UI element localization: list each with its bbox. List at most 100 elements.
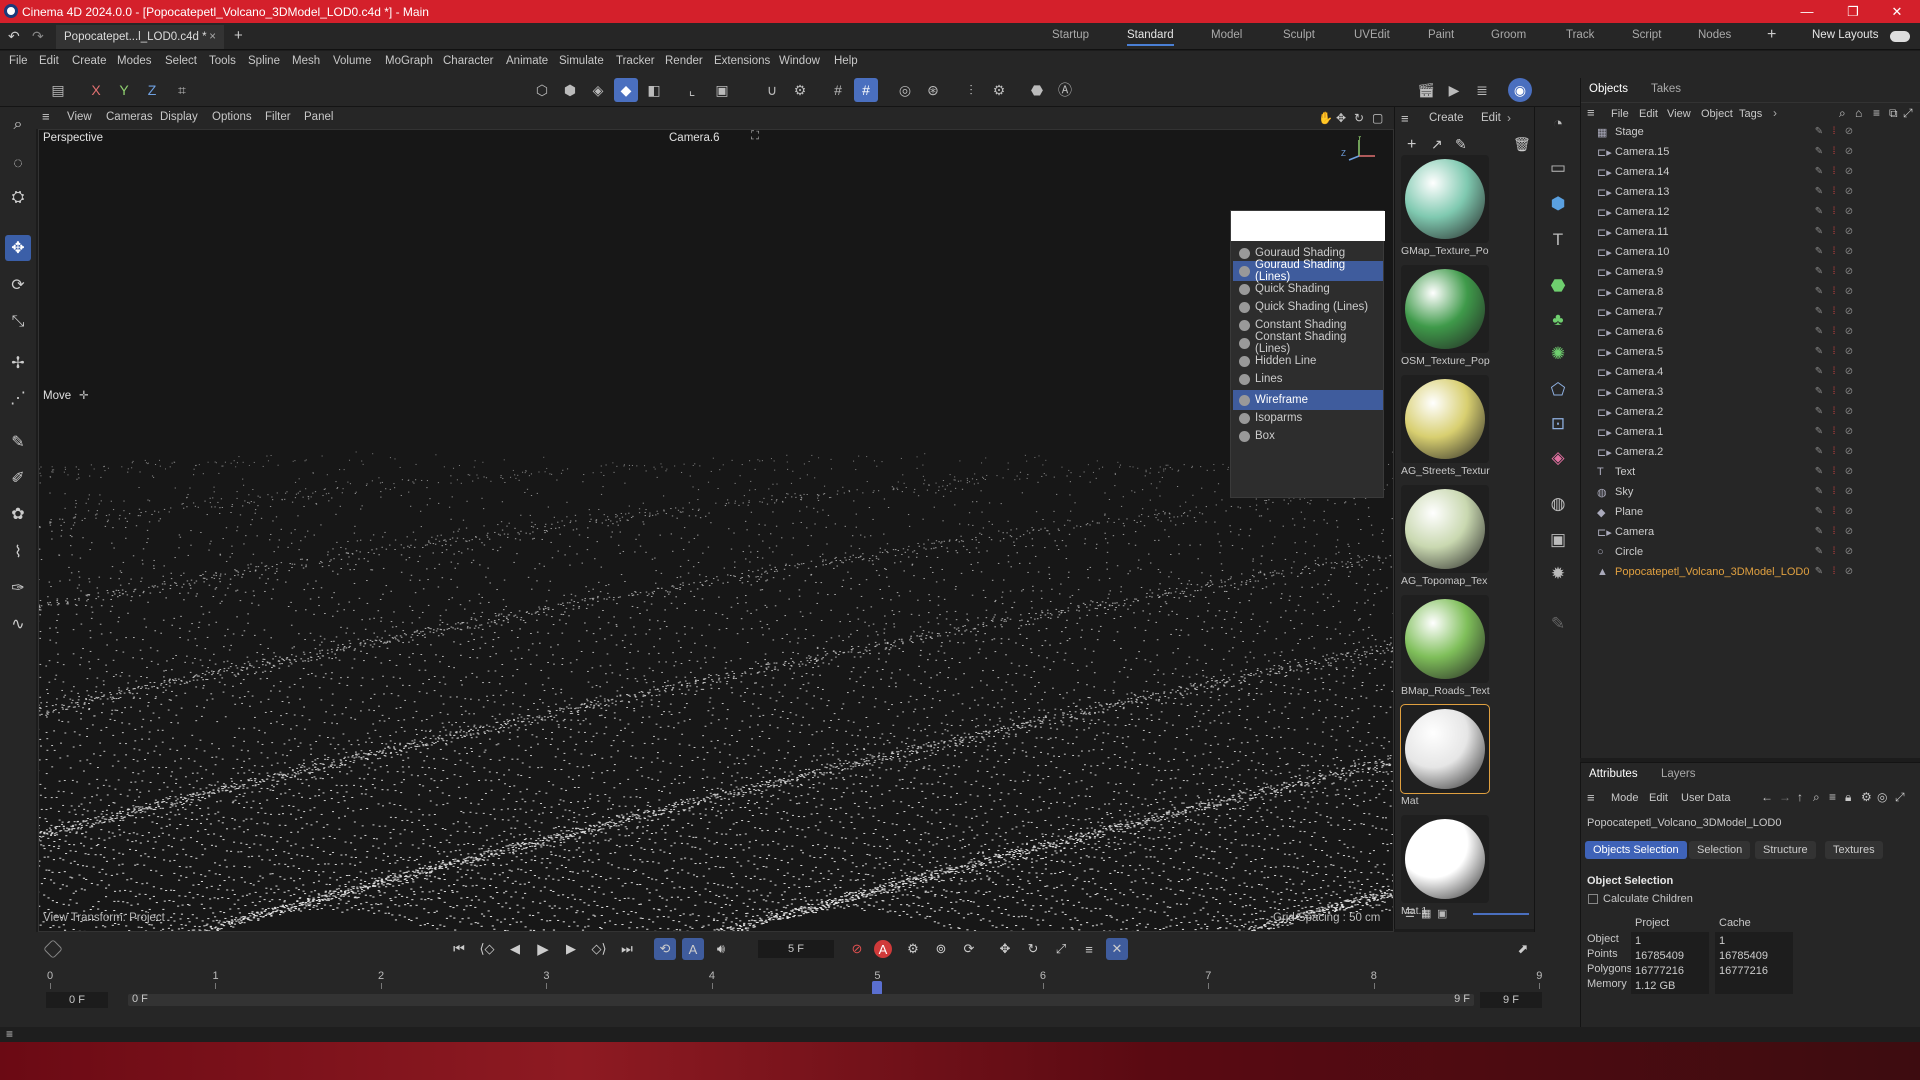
maximize-button[interactable]: ❐ — [1830, 0, 1876, 23]
menu-render[interactable]: Render — [665, 55, 703, 67]
document-tab[interactable]: Popocatepet...l_LOD0.c4d * × — [56, 25, 224, 49]
lock-y-button[interactable]: Y — [112, 78, 136, 102]
paint-tool-icon[interactable]: ✿ — [5, 501, 31, 527]
select-tool-icon[interactable]: ◌ — [5, 151, 31, 177]
layout-tab-standard[interactable]: Standard — [1127, 29, 1174, 46]
search-icon[interactable]: ⌕ — [5, 112, 31, 138]
render-settings-icon[interactable]: ⊛ — [921, 78, 945, 102]
rotate-view-icon[interactable]: ↻ — [1354, 111, 1364, 125]
object-manager-icon[interactable]: ▤ — [46, 78, 70, 102]
layout-tab-script[interactable]: Script — [1632, 29, 1661, 41]
symmetry-icon[interactable]: ⫶ — [959, 78, 983, 102]
move-tool-icon[interactable]: ✥ — [5, 235, 31, 261]
snap-settings-icon[interactable]: ⚙ — [788, 78, 812, 102]
menu-mesh[interactable]: Mesh — [292, 55, 320, 67]
menu-modes[interactable]: Modes — [117, 55, 152, 67]
redo-icon[interactable]: ↷ — [32, 28, 44, 45]
render-active-icon[interactable]: ▶ — [1442, 78, 1466, 102]
menu-extensions[interactable]: Extensions — [714, 55, 770, 67]
layout-tab-track[interactable]: Track — [1566, 29, 1594, 41]
snap-icon[interactable]: ∪ — [760, 78, 784, 102]
layout-tab-sculpt[interactable]: Sculpt — [1283, 29, 1315, 41]
soft-selection-icon[interactable]: ⋰ — [5, 385, 31, 411]
menu-spline[interactable]: Spline — [248, 55, 280, 67]
viewport-menu-cameras[interactable]: Cameras — [106, 111, 153, 123]
new-tab-button[interactable]: + — [234, 27, 243, 44]
sketch-tool-icon[interactable]: ✐ — [5, 465, 31, 491]
menu-volume[interactable]: Volume — [333, 55, 371, 67]
render-view-icon[interactable]: ⬣ — [1025, 78, 1049, 102]
layout-tab-paint[interactable]: Paint — [1428, 29, 1454, 41]
terrain-point — [501, 529, 504, 531]
terrain-point — [907, 556, 910, 558]
render-queue-icon[interactable]: ≣ — [1470, 78, 1494, 102]
layout-tab-groom[interactable]: Groom — [1491, 29, 1526, 41]
selection-filter-icon[interactable]: ⛭ — [5, 185, 31, 211]
menu-file[interactable]: File — [9, 55, 28, 67]
terrain-point — [923, 543, 925, 545]
layouts-toggle[interactable] — [1890, 31, 1910, 42]
grid-icon[interactable]: # — [826, 78, 850, 102]
undo-icon[interactable]: ↶ — [8, 28, 20, 45]
spline-pen-icon[interactable]: ✎ — [5, 429, 31, 455]
points-mode-icon[interactable]: ⬡ — [530, 78, 554, 102]
menu-mograph[interactable]: MoGraph — [385, 55, 433, 67]
menu-help[interactable]: Help — [834, 55, 858, 67]
polygons-mode-icon[interactable]: ◈ — [586, 78, 610, 102]
3d-viewport[interactable]: Perspective Camera.6 ⛶ Move ✛ View Trans… — [38, 129, 1394, 932]
menu-character[interactable]: Character — [443, 55, 494, 67]
terrain-point — [822, 662, 825, 664]
menu-create[interactable]: Create — [72, 55, 107, 67]
maximize-view-icon[interactable]: ▢ — [1372, 111, 1383, 125]
model-mode-icon[interactable]: ◆ — [614, 78, 638, 102]
menu-edit[interactable]: Edit — [39, 55, 59, 67]
viewport-menu-view[interactable]: View — [67, 111, 92, 123]
terrain-point — [202, 577, 205, 579]
layout-tab-nodes[interactable]: Nodes — [1698, 29, 1731, 41]
render-region-icon[interactable]: ◎ — [893, 78, 917, 102]
layout-tab-model[interactable]: Model — [1211, 29, 1242, 41]
terrain-point — [815, 657, 817, 659]
minimize-button[interactable]: — — [1784, 0, 1830, 23]
transfer-tool-icon[interactable]: ✢ — [5, 350, 31, 376]
move-view-icon[interactable]: ✥ — [1336, 111, 1346, 125]
close-button[interactable]: ✕ — [1874, 0, 1920, 23]
new-layouts-label[interactable]: New Layouts — [1812, 29, 1878, 41]
brush-tool-icon[interactable]: ⌇ — [5, 539, 31, 565]
live-viewer-icon[interactable]: ◉ — [1508, 78, 1532, 102]
viewport-hamburger-icon[interactable]: ≡ — [42, 109, 50, 124]
lock-x-button[interactable]: X — [84, 78, 108, 102]
pan-view-icon[interactable]: ✋ — [1318, 111, 1333, 125]
add-layout-icon[interactable]: + — [1767, 26, 1776, 44]
edges-mode-icon[interactable]: ⬢ — [558, 78, 582, 102]
knife-tool-icon[interactable]: ✑ — [5, 575, 31, 601]
viewport-menu-display[interactable]: Display — [160, 111, 198, 123]
magnet-tool-icon[interactable]: ∿ — [5, 611, 31, 637]
menu-tracker[interactable]: Tracker — [616, 55, 655, 67]
solo-icon[interactable]: ▣ — [710, 78, 734, 102]
menu-animate[interactable]: Animate — [506, 55, 548, 67]
terrain-point — [238, 727, 241, 729]
rotate-tool-icon[interactable]: ⟳ — [5, 272, 31, 298]
viewport-menu-panel[interactable]: Panel — [304, 111, 333, 123]
workplane-icon[interactable]: # — [854, 78, 878, 102]
lock-z-button[interactable]: Z — [140, 78, 164, 102]
menu-select[interactable]: Select — [165, 55, 197, 67]
viewport-menu-filter[interactable]: Filter — [265, 111, 291, 123]
terrain-point — [534, 719, 537, 721]
symmetry-settings-icon[interactable]: ⚙ — [987, 78, 1011, 102]
layout-tab-startup[interactable]: Startup — [1052, 29, 1089, 41]
texture-mode-icon[interactable]: ◧ — [642, 78, 666, 102]
viewport-menu-options[interactable]: Options — [212, 111, 252, 123]
menu-tools[interactable]: Tools — [209, 55, 236, 67]
scale-tool-icon[interactable]: ⤡ — [5, 309, 31, 335]
axis-mode-icon[interactable]: ⌞ — [680, 78, 704, 102]
menu-simulate[interactable]: Simulate — [559, 55, 604, 67]
menu-window[interactable]: Window — [779, 55, 820, 67]
terrain-point — [901, 741, 903, 743]
close-tab-icon[interactable]: × — [209, 31, 216, 43]
auto-key-icon[interactable]: Ⓐ — [1053, 78, 1077, 102]
coordinate-system-icon[interactable]: ⌗ — [170, 78, 194, 102]
clapper-icon[interactable]: 🎬︎ — [1414, 78, 1438, 102]
layout-tab-uvedit[interactable]: UVEdit — [1354, 29, 1390, 41]
